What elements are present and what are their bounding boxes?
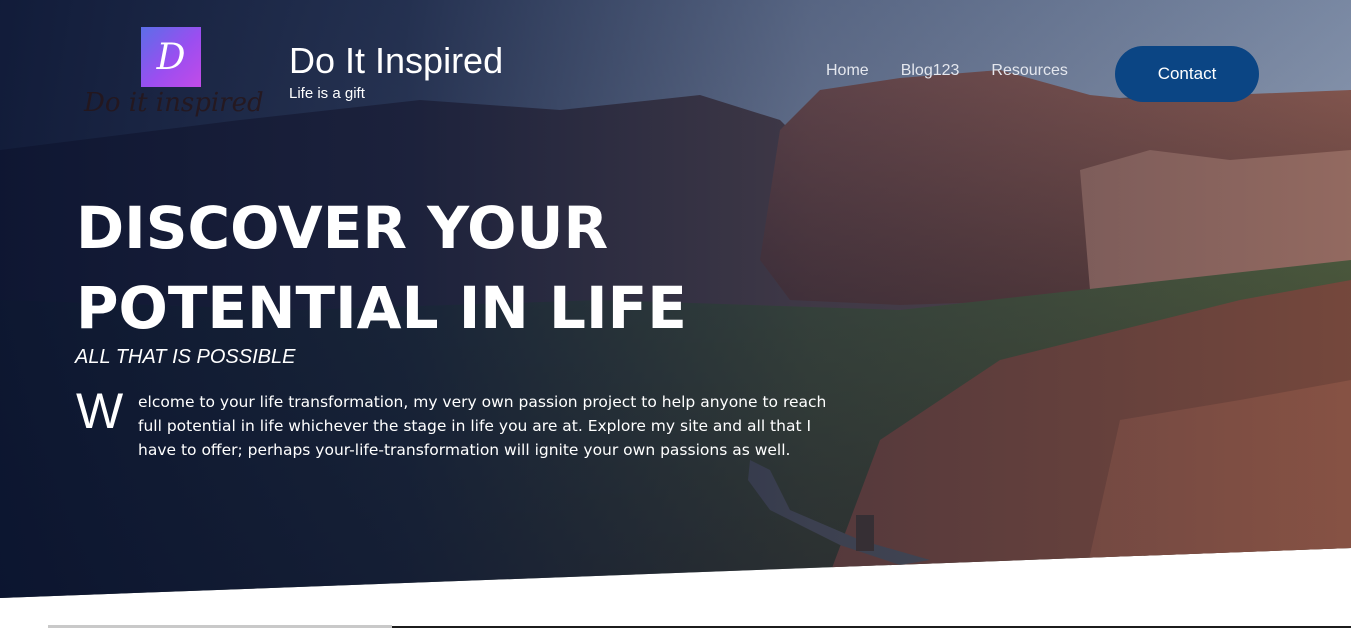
hero-headline: DISCOVER YOUR POTENTIAL IN LIFE (76, 188, 687, 348)
logo-monogram-icon: D (141, 27, 201, 87)
hero-subheading: ALL THAT IS POSSIBLE (75, 346, 296, 368)
contact-button[interactable]: Contact (1115, 46, 1259, 102)
nav-item-blog[interactable]: Blog123 (901, 62, 960, 80)
nav-item-resources[interactable]: Resources (991, 62, 1067, 80)
intro-dropcap: W (76, 383, 124, 439)
site-tagline: Life is a gift (289, 85, 365, 102)
logo-script-text: Do it inspired (84, 88, 264, 118)
site-logo[interactable]: D Do it inspired (82, 26, 272, 130)
main-nav: Home Blog123 Resources (826, 62, 1068, 80)
site-title[interactable]: Do It Inspired (289, 40, 503, 82)
hero-headline-line-1: DISCOVER YOUR (76, 194, 609, 262)
nav-item-home[interactable]: Home (826, 62, 869, 80)
intro-paragraph: elcome to your life transformation, my v… (138, 393, 827, 459)
page: D Do it inspired Do It Inspired Life is … (0, 0, 1351, 628)
hero-headline-line-2: POTENTIAL IN LIFE (76, 274, 687, 342)
